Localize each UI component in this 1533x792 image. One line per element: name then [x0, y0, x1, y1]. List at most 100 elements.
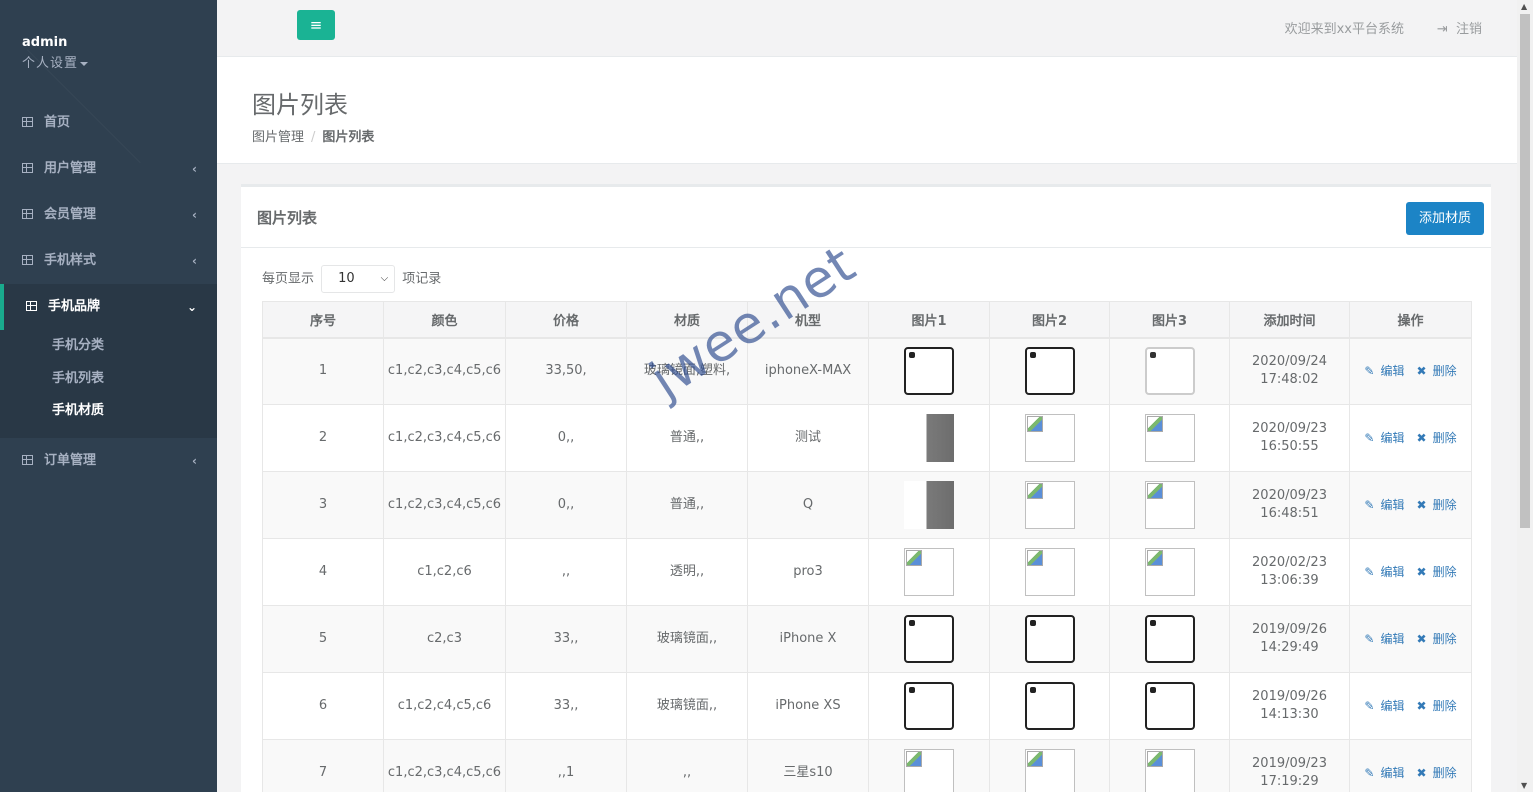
edit-label: 编辑: [1380, 631, 1405, 646]
column-header[interactable]: 图片2: [989, 301, 1110, 339]
delete-link[interactable]: ✖ 删除: [1414, 364, 1460, 378]
thumbnail-image[interactable]: [1024, 615, 1075, 663]
sidebar-item-label: 首页: [44, 115, 71, 130]
edit-label: 编辑: [1380, 430, 1405, 445]
image-cell: [868, 337, 990, 405]
menu-toggle-button[interactable]: ≡: [297, 10, 335, 40]
column-header[interactable]: 颜色: [383, 301, 506, 339]
edit-link[interactable]: ✎ 编辑: [1361, 632, 1407, 646]
delete-link[interactable]: ✖ 删除: [1414, 565, 1460, 579]
sidebar-subitem[interactable]: 手机分类: [0, 330, 217, 363]
date-text: 2020/09/24: [1252, 354, 1327, 370]
thumbnail-image[interactable]: [1144, 347, 1195, 396]
cell-actions: ✎ 编辑 ✖ 删除: [1349, 404, 1472, 472]
date-text: 2020/09/23: [1252, 488, 1327, 503]
table-row: 6 c1,c2,c4,c5,c6 33,, 玻璃镜面,, iPhone XS 2019/0…: [262, 672, 1472, 740]
delete-link[interactable]: ✖ 删除: [1414, 431, 1460, 445]
image-cell: [1109, 538, 1230, 606]
thumbnail-image[interactable]: [1144, 481, 1195, 529]
page-title: 图片列表: [252, 91, 348, 119]
page-scrollbar[interactable]: ▲ ▼: [1517, 0, 1533, 792]
thumbnail-image[interactable]: [904, 481, 954, 529]
scrollbar-thumb[interactable]: [1520, 14, 1530, 528]
column-header[interactable]: 操作: [1349, 301, 1472, 339]
scroll-down-icon[interactable]: ▼: [1521, 781, 1527, 790]
cell-id: 1: [262, 337, 384, 405]
cell-color: c1,c2,c3,c4,c5,c6: [383, 404, 506, 472]
thumbnail-image[interactable]: [1024, 548, 1075, 596]
table-icon: [22, 255, 33, 265]
table-row: 4 c1,c2,c6,, 透明,, pro3 2020/02/23 13:06:39 ✎ 编辑…: [262, 538, 1472, 606]
edit-link[interactable]: ✎ 编辑: [1361, 431, 1407, 445]
column-header[interactable]: 图片3: [1109, 301, 1230, 339]
edit-link[interactable]: ✎ 编辑: [1361, 364, 1407, 378]
hamburger-icon: ≡: [309, 16, 323, 34]
column-header[interactable]: 图片1: [868, 301, 990, 339]
sign-out-icon: ⇥: [1436, 22, 1448, 37]
thumbnail-image[interactable]: [904, 749, 954, 792]
thumbnail-image[interactable]: [1144, 414, 1195, 462]
sidebar-subitem[interactable]: 手机列表: [0, 363, 217, 396]
thumbnail-image[interactable]: [1024, 481, 1075, 529]
chevron-left-icon: ‹: [192, 254, 197, 268]
sidebar-item-phone-style[interactable]: 手机样式 ‹: [0, 238, 217, 284]
breadcrumb-item[interactable]: 图片管理: [252, 130, 304, 145]
thumbnail-image[interactable]: [1144, 548, 1195, 596]
cell-model: 三星s10: [747, 739, 869, 792]
delete-link[interactable]: ✖ 删除: [1414, 766, 1460, 780]
thumbnail-image[interactable]: [904, 548, 954, 596]
delete-link[interactable]: ✖ 删除: [1414, 498, 1460, 512]
image-cell: [1109, 605, 1230, 673]
scroll-up-icon[interactable]: ▲: [1521, 2, 1527, 11]
add-material-button[interactable]: 添加材质: [1405, 202, 1484, 235]
date-text: 2020/09/23: [1252, 421, 1327, 436]
thumbnail-image[interactable]: [1024, 347, 1075, 396]
cell-model: 测试: [747, 404, 869, 472]
sidebar-item-order-management[interactable]: 订单管理 ‹: [0, 438, 217, 484]
logout-link[interactable]: ⇥ 注销: [1437, 18, 1482, 37]
edit-label: 编辑: [1380, 564, 1405, 579]
delete-label: 删除: [1432, 363, 1457, 378]
table-header-row: 序号 颜色 价格 材质 机型 图片1 图片2 图片3 添加时间 操作: [262, 301, 1472, 339]
cell-color: c1,c2,c4,c5,c6: [383, 672, 506, 740]
thumbnail-image[interactable]: [1144, 749, 1195, 792]
table-row: 1 c1,c2,c3,c4,c5,c6 33,50, 玻璃镜面,塑料, iphoneX-…: [262, 337, 1472, 405]
breadcrumb-current: 图片列表: [322, 130, 375, 145]
cell-color: c1,c2,c6: [383, 538, 506, 606]
sidebar-item-home[interactable]: 首页: [0, 100, 217, 146]
image-cell: [989, 538, 1110, 606]
thumbnail-image[interactable]: [904, 682, 954, 730]
sidebar-item-user-management[interactable]: 用户管理 ‹: [0, 146, 217, 192]
sidebar-item-label: 订单管理: [44, 452, 97, 468]
sidebar-subitem[interactable]: 手机材质: [0, 395, 217, 428]
cell-added-time: 2019/09/23 17:19:29: [1229, 739, 1350, 792]
edit-link[interactable]: ✎ 编辑: [1361, 699, 1407, 713]
thumbnail-image[interactable]: [904, 414, 954, 462]
thumbnail-image[interactable]: [904, 347, 954, 396]
column-header[interactable]: 添加时间: [1229, 301, 1350, 339]
cell-material: 玻璃镜面,,: [626, 672, 748, 740]
cell-material: ,,: [626, 739, 748, 792]
delete-link[interactable]: ✖ 删除: [1414, 699, 1460, 713]
column-header[interactable]: 序号: [262, 301, 384, 339]
edit-icon: ✎: [1364, 363, 1375, 378]
thumbnail-image[interactable]: [1024, 414, 1075, 462]
delete-link[interactable]: ✖ 删除: [1414, 632, 1460, 646]
thumbnail-image[interactable]: [1144, 615, 1195, 663]
delete-label: 删除: [1432, 497, 1457, 512]
column-header[interactable]: 价格: [505, 301, 627, 339]
thumbnail-image[interactable]: [1144, 682, 1195, 730]
thumbnail-image[interactable]: [1024, 682, 1075, 730]
edit-link[interactable]: ✎ 编辑: [1361, 766, 1407, 780]
date-text: 2019/09/26: [1252, 689, 1327, 704]
cell-material: 透明,,: [626, 538, 748, 606]
edit-link[interactable]: ✎ 编辑: [1361, 498, 1407, 512]
cell-material: 普通,,: [626, 471, 748, 539]
edit-link[interactable]: ✎ 编辑: [1361, 565, 1407, 579]
image-cell: [868, 538, 990, 606]
page-length-select[interactable]: 10 ⌵: [321, 265, 396, 293]
sidebar-item-phone-brand[interactable]: 手机品牌 ⌄: [0, 284, 217, 330]
sidebar-item-member-management[interactable]: 会员管理 ‹: [0, 192, 217, 238]
thumbnail-image[interactable]: [904, 615, 954, 663]
thumbnail-image[interactable]: [1024, 749, 1075, 792]
